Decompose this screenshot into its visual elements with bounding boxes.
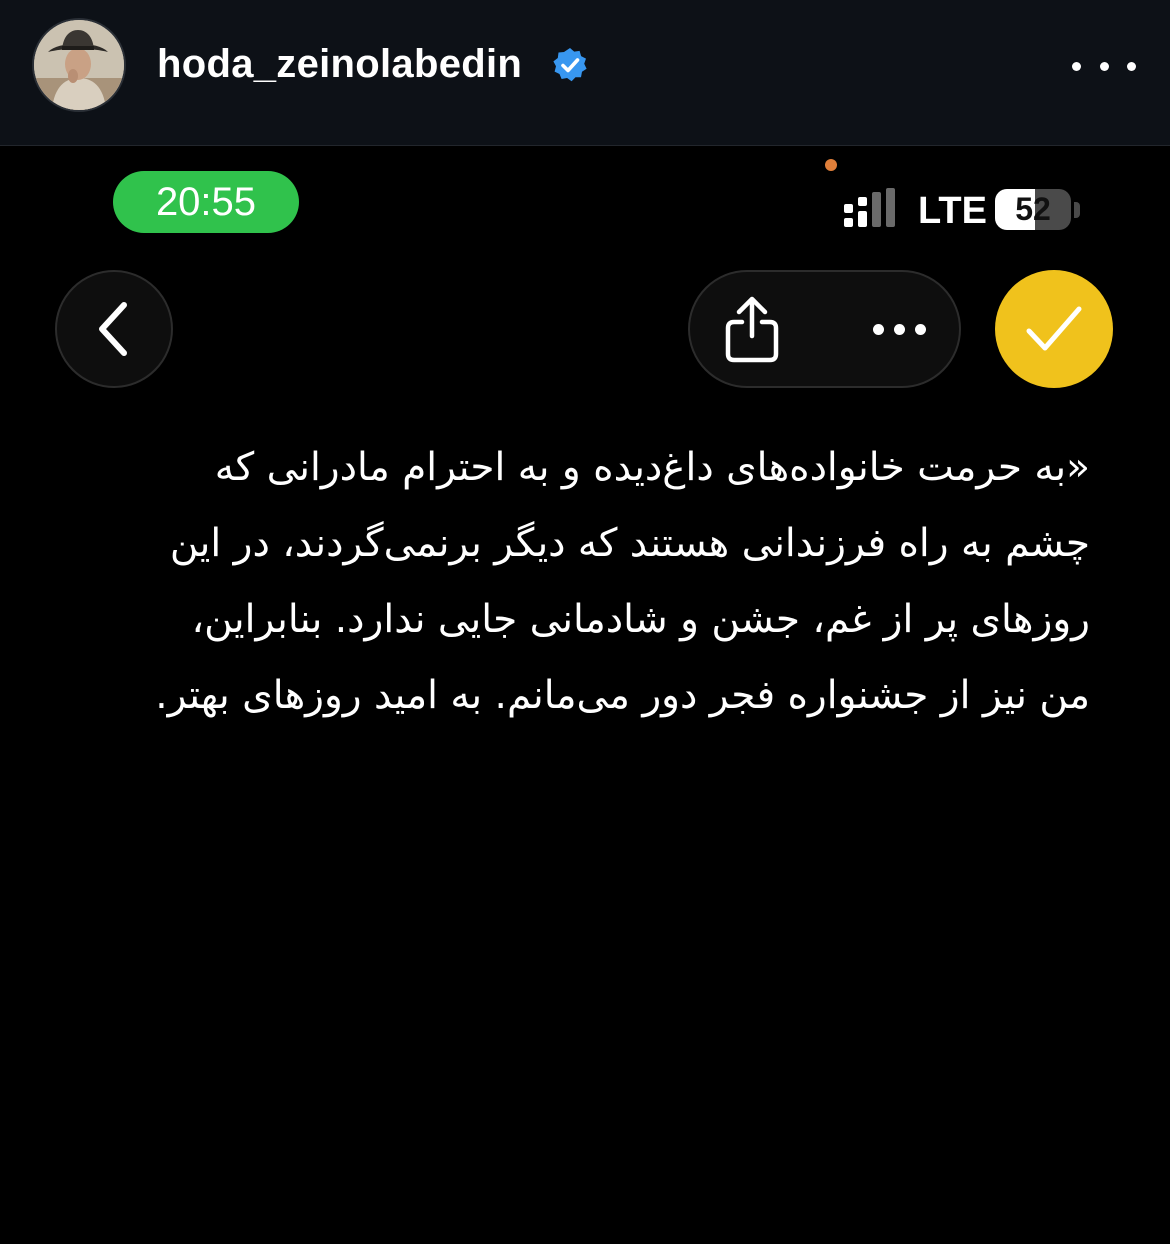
dot <box>914 323 926 335</box>
dot <box>893 323 905 335</box>
username[interactable]: hoda_zeinolabedin <box>157 38 522 90</box>
dot <box>1072 61 1081 71</box>
note-line: روزهای پر از غم، جشن و شادمانی جایی ندار… <box>191 597 1090 642</box>
action-pill <box>688 270 961 388</box>
share-icon <box>725 296 779 363</box>
battery-tip <box>1074 202 1080 218</box>
network-type: LTE <box>918 190 987 232</box>
avatar[interactable] <box>32 18 126 112</box>
note-line: چشم به راه فرزندانی هستند که دیگر برنمی‌… <box>169 521 1090 566</box>
note-line: من نیز از جشنواره فجر دور می‌مانم. به ام… <box>155 673 1090 718</box>
battery-icon: 52 <box>995 189 1071 230</box>
privacy-indicator-dot <box>825 159 837 171</box>
avatar-image <box>34 20 124 110</box>
checkmark-icon <box>1026 306 1082 351</box>
verified-badge-icon <box>553 48 587 82</box>
dot <box>1127 61 1136 71</box>
share-button[interactable] <box>710 286 794 372</box>
dot <box>872 323 884 335</box>
back-button[interactable] <box>55 270 173 388</box>
note-text: «به حرمت خانواده‌های داغ‌دیده و به احترا… <box>90 430 1090 734</box>
note-line: «به حرمت خانواده‌های داغ‌دیده و به احترا… <box>214 445 1090 490</box>
dot <box>1099 61 1109 71</box>
battery-level: 52 <box>1015 191 1051 227</box>
more-options-button[interactable] <box>854 286 944 372</box>
status-time: 20:55 <box>113 171 299 233</box>
post-options-button[interactable] <box>1072 44 1136 88</box>
signal-strength-icon <box>844 188 895 227</box>
post-header: hoda_zeinolabedin <box>0 0 1170 146</box>
done-button[interactable] <box>995 270 1113 388</box>
chevron-left-icon <box>99 302 127 356</box>
